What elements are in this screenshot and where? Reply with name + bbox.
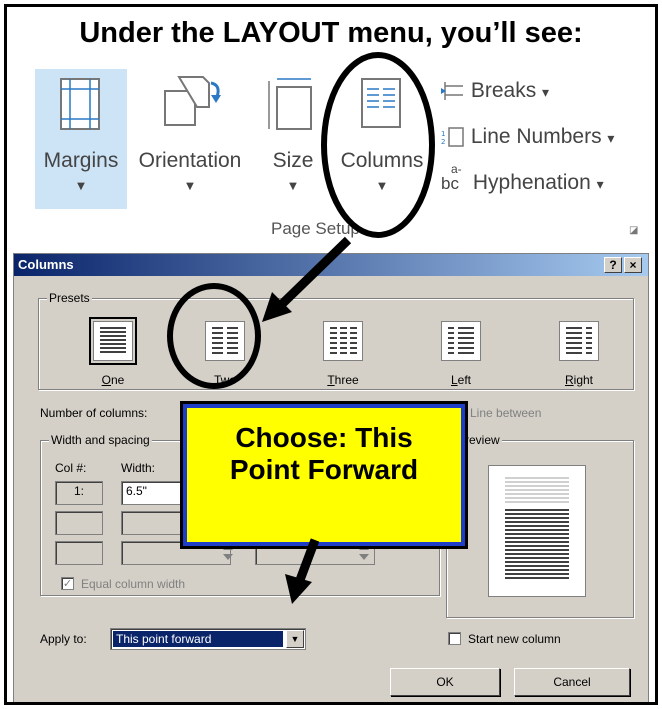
chevron-down-icon: ▾ [542,84,550,100]
margins-label: Margins [43,149,119,172]
margins-icon [60,78,100,130]
breaks-button[interactable]: Breaks ▾ [441,79,549,103]
chevron-down-icon: ▼ [77,181,85,192]
col-3-number [55,541,103,565]
columns-icon [361,78,401,128]
size-label: Size [272,149,314,172]
start-new-column-label: Start new column [468,632,561,646]
apply-to-value: This point forward [113,631,283,647]
start-new-column-checkbox[interactable] [448,632,461,645]
preset-two-label: Two [213,373,237,387]
columns-button[interactable]: Columns ▼ [336,69,428,209]
presets-group: Presets One Two Three Left Right [38,291,634,390]
line-numbers-button[interactable]: 1 2 Line Numbers ▾ [441,125,614,149]
three-columns-icon [323,321,363,361]
cancel-button[interactable]: Cancel [514,668,630,696]
hyphenation-label: Hyphenation [472,171,591,194]
one-column-icon [89,317,137,365]
layout-ribbon: Margins ▼ Orientation ▼ Size ▼ Columns ▼… [13,69,649,249]
preview-lines-icon [505,477,569,579]
width-header: Width: [121,461,156,475]
close-button[interactable]: × [624,257,642,273]
columns-label: Columns [340,149,424,172]
preset-left[interactable]: Left [421,321,501,387]
chevron-down-icon: ▼ [289,181,297,192]
orientation-label: Orientation [138,149,242,172]
page-setup-group-label: Page Setup [271,219,360,238]
dialog-launcher-icon[interactable]: ◪ [629,225,638,236]
callout-line-2: Point Forward [229,454,419,485]
size-icon [268,78,312,130]
preset-one[interactable]: One [73,317,153,387]
hyphenation-button[interactable]: a- bc Hyphenation ▾ [441,162,604,195]
width-spacing-label: Width and spacing [49,433,152,447]
preset-right[interactable]: Right [539,321,619,387]
margins-button[interactable]: Margins ▼ [35,69,127,209]
right-column-icon [559,321,599,361]
number-of-columns-label: Number of columns: [40,406,148,420]
hyphenation-icon: a- bc [441,162,462,193]
chevron-down-icon: ▾ [607,130,615,146]
apply-to-label: Apply to: [40,632,87,646]
col-1-number: 1: [55,481,103,505]
chevron-down-icon: ▼ [186,181,194,192]
callout-box: Choose: This Point Forward [180,401,468,549]
preset-two[interactable]: Two [185,321,265,387]
dialog-title-bar: Columns ? × [14,254,648,276]
callout-line-1: Choose: This [235,422,413,453]
svg-text:1: 1 [441,130,445,138]
two-columns-icon [205,321,245,361]
preset-left-label: Left [450,373,472,387]
breaks-label: Breaks [470,79,537,102]
preset-three-label: Three [327,373,359,387]
ok-button[interactable]: OK [390,668,500,696]
line-numbers-icon: 1 2 [441,127,464,148]
page-title: Under the LAYOUT menu, you’ll see: [79,17,583,49]
line-between-label: Line between [470,406,542,420]
apply-to-select[interactable]: This point forward ▼ [110,628,306,650]
breaks-icon [441,82,463,101]
equal-width-checkbox[interactable]: ✓ [61,577,74,590]
orientation-icon [164,76,221,126]
preset-right-label: Right [564,373,594,387]
svg-text:2: 2 [441,138,445,146]
orientation-button[interactable]: Orientation ▼ [131,69,249,209]
preview-page [488,465,586,597]
chevron-down-icon[interactable]: ▼ [286,630,304,648]
col-2-number [55,511,103,535]
help-button[interactable]: ? [604,257,622,273]
equal-width-label: Equal column width [81,577,186,591]
chevron-down-icon: ▾ [596,176,604,192]
col-1-width-input[interactable]: 6.5" [121,481,191,505]
size-button[interactable]: Size ▼ [265,69,321,209]
left-column-icon [441,321,481,361]
slide-frame: Under the LAYOUT menu, you’ll see: Margi… [4,4,658,705]
preset-one-label: One [101,373,125,387]
preset-three[interactable]: Three [303,321,383,387]
dialog-title: Columns [18,257,74,272]
col-number-header: Col #: [55,461,87,475]
presets-label: Presets [47,291,92,305]
line-numbers-label: Line Numbers [470,125,602,148]
chevron-down-icon: ▼ [378,181,386,192]
col-2-width-input[interactable] [121,511,191,535]
